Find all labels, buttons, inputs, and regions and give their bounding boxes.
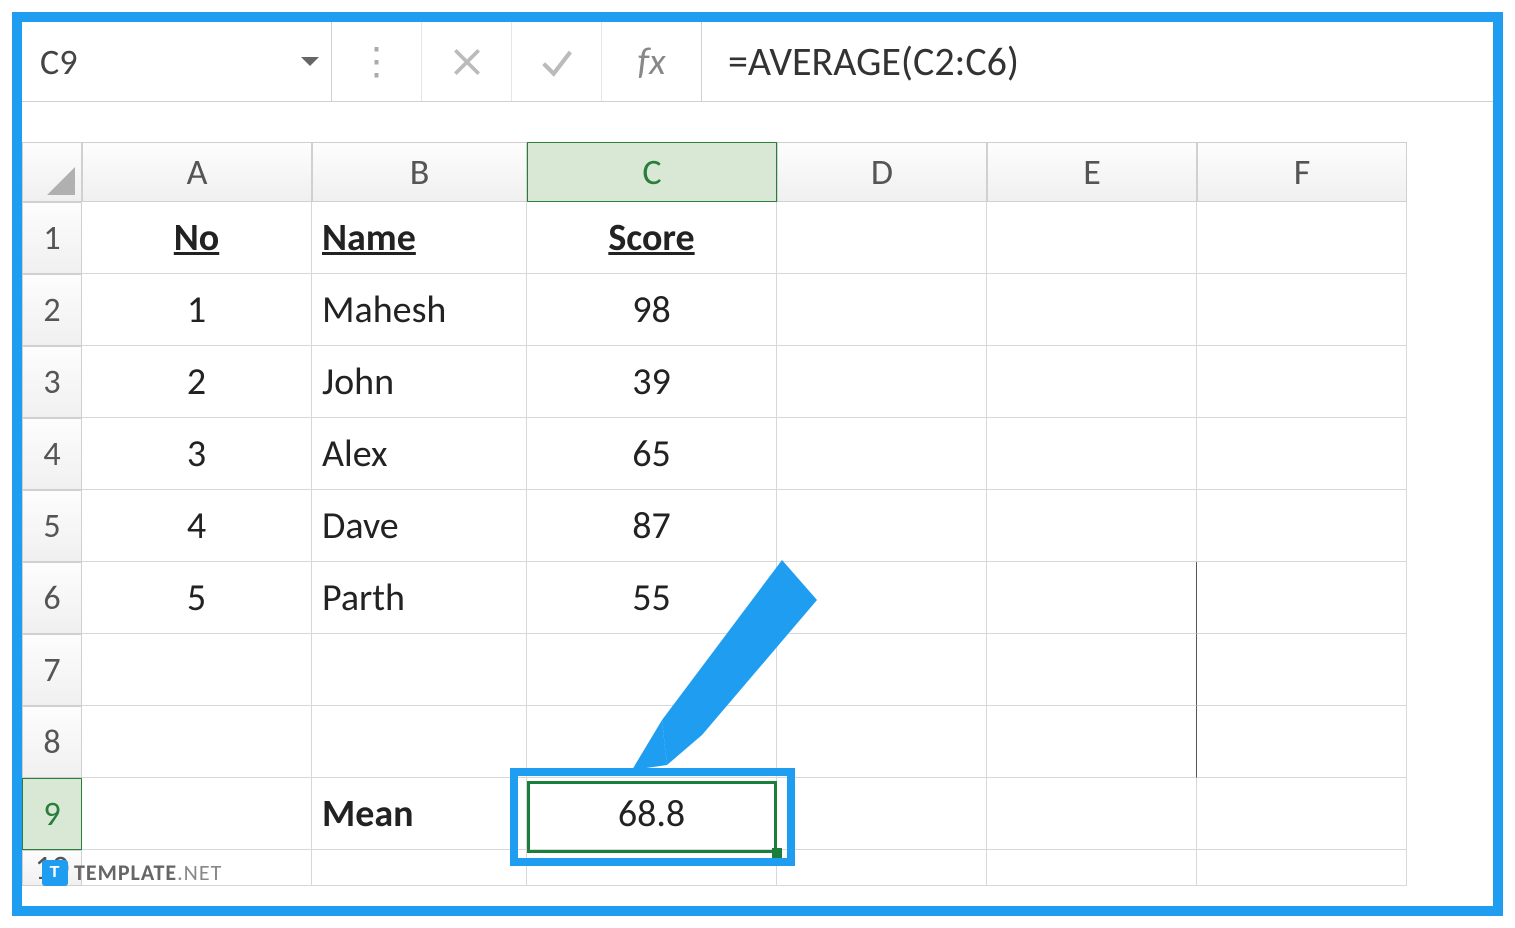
cell-E5[interactable] bbox=[987, 490, 1197, 562]
cell-B9[interactable]: Mean bbox=[312, 778, 527, 850]
formula-input[interactable]: =AVERAGE(C2:C6) bbox=[702, 22, 1493, 101]
watermark-brand: TEMPLATE bbox=[74, 859, 177, 886]
col-header-C[interactable]: C bbox=[527, 142, 777, 202]
cell-E8[interactable] bbox=[987, 706, 1197, 778]
cell-C1[interactable]: Score bbox=[527, 202, 777, 274]
cell-E3[interactable] bbox=[987, 346, 1197, 418]
cell-F7[interactable] bbox=[1197, 634, 1407, 706]
cell-B7[interactable] bbox=[312, 634, 527, 706]
vertical-dots-icon[interactable]: ⋮ bbox=[332, 22, 422, 101]
cell-E4[interactable] bbox=[987, 418, 1197, 490]
name-box[interactable]: C9 bbox=[22, 22, 332, 101]
cell-D4[interactable] bbox=[777, 418, 987, 490]
cell-B8[interactable] bbox=[312, 706, 527, 778]
cell-E7[interactable] bbox=[987, 634, 1197, 706]
cell-D5[interactable] bbox=[777, 490, 987, 562]
cell-C5[interactable]: 87 bbox=[527, 490, 777, 562]
cell-F3[interactable] bbox=[1197, 346, 1407, 418]
cell-F4[interactable] bbox=[1197, 418, 1407, 490]
cell-D2[interactable] bbox=[777, 274, 987, 346]
cell-F8[interactable] bbox=[1197, 706, 1407, 778]
cell-A9[interactable] bbox=[82, 778, 312, 850]
cell-B3[interactable]: John bbox=[312, 346, 527, 418]
cell-E1[interactable] bbox=[987, 202, 1197, 274]
row-header-5[interactable]: 5 bbox=[22, 490, 82, 562]
name-box-dropdown-icon[interactable] bbox=[301, 57, 319, 66]
watermark-suffix: .NET bbox=[177, 859, 222, 886]
cell-E6[interactable] bbox=[987, 562, 1197, 634]
cell-F6[interactable] bbox=[1197, 562, 1407, 634]
col-header-E[interactable]: E bbox=[987, 142, 1197, 202]
cell-C6[interactable]: 55 bbox=[527, 562, 777, 634]
select-all-corner[interactable] bbox=[22, 142, 82, 202]
cell-C2[interactable]: 98 bbox=[527, 274, 777, 346]
cell-B10[interactable] bbox=[312, 850, 527, 886]
col-header-B[interactable]: B bbox=[312, 142, 527, 202]
cell-A6[interactable]: 5 bbox=[82, 562, 312, 634]
cell-A8[interactable] bbox=[82, 706, 312, 778]
cell-D9[interactable] bbox=[777, 778, 987, 850]
cell-F2[interactable] bbox=[1197, 274, 1407, 346]
formula-text: =AVERAGE(C2:C6) bbox=[728, 37, 1019, 86]
row-header-2[interactable]: 2 bbox=[22, 274, 82, 346]
cell-C9[interactable]: 68.8 bbox=[527, 778, 777, 850]
cell-C4[interactable]: 65 bbox=[527, 418, 777, 490]
cell-C10[interactable] bbox=[527, 850, 777, 886]
fx-label[interactable]: fx bbox=[602, 22, 702, 101]
row-header-4[interactable]: 4 bbox=[22, 418, 82, 490]
cell-D3[interactable] bbox=[777, 346, 987, 418]
cell-F5[interactable] bbox=[1197, 490, 1407, 562]
row-header-7[interactable]: 7 bbox=[22, 634, 82, 706]
cell-C3[interactable]: 39 bbox=[527, 346, 777, 418]
cell-D1[interactable] bbox=[777, 202, 987, 274]
col-header-D[interactable]: D bbox=[777, 142, 987, 202]
enter-icon[interactable] bbox=[512, 22, 602, 101]
cell-A3[interactable]: 2 bbox=[82, 346, 312, 418]
cell-B1[interactable]: Name bbox=[312, 202, 527, 274]
cell-C8[interactable] bbox=[527, 706, 777, 778]
row-header-1[interactable]: 1 bbox=[22, 202, 82, 274]
watermark-icon: T bbox=[42, 860, 68, 886]
cell-E10[interactable] bbox=[987, 850, 1197, 886]
cell-E9[interactable] bbox=[987, 778, 1197, 850]
row-header-9[interactable]: 9 bbox=[22, 778, 82, 850]
spreadsheet-grid[interactable]: A B C D E F 1 No Name Score 2 1 Mahesh 9… bbox=[22, 142, 1493, 886]
cell-A4[interactable]: 3 bbox=[82, 418, 312, 490]
cell-B4[interactable]: Alex bbox=[312, 418, 527, 490]
formula-bar: C9 ⋮ fx =AVERAGE(C2:C6) bbox=[22, 22, 1493, 102]
name-box-value: C9 bbox=[40, 40, 77, 84]
cell-B6[interactable]: Parth bbox=[312, 562, 527, 634]
col-header-A[interactable]: A bbox=[82, 142, 312, 202]
col-header-F[interactable]: F bbox=[1197, 142, 1407, 202]
cell-D8[interactable] bbox=[777, 706, 987, 778]
cell-B2[interactable]: Mahesh bbox=[312, 274, 527, 346]
cell-D6[interactable] bbox=[777, 562, 987, 634]
watermark: T TEMPLATE.NET bbox=[42, 859, 222, 886]
row-header-6[interactable]: 6 bbox=[22, 562, 82, 634]
cell-F10[interactable] bbox=[1197, 850, 1407, 886]
cell-A1[interactable]: No bbox=[82, 202, 312, 274]
row-header-3[interactable]: 3 bbox=[22, 346, 82, 418]
cell-F9[interactable] bbox=[1197, 778, 1407, 850]
cell-F1[interactable] bbox=[1197, 202, 1407, 274]
cell-A7[interactable] bbox=[82, 634, 312, 706]
row-header-8[interactable]: 8 bbox=[22, 706, 82, 778]
cell-D7[interactable] bbox=[777, 634, 987, 706]
cell-D10[interactable] bbox=[777, 850, 987, 886]
cell-E2[interactable] bbox=[987, 274, 1197, 346]
cell-C7[interactable] bbox=[527, 634, 777, 706]
cancel-icon[interactable] bbox=[422, 22, 512, 101]
cell-A5[interactable]: 4 bbox=[82, 490, 312, 562]
cell-A2[interactable]: 1 bbox=[82, 274, 312, 346]
cell-B5[interactable]: Dave bbox=[312, 490, 527, 562]
